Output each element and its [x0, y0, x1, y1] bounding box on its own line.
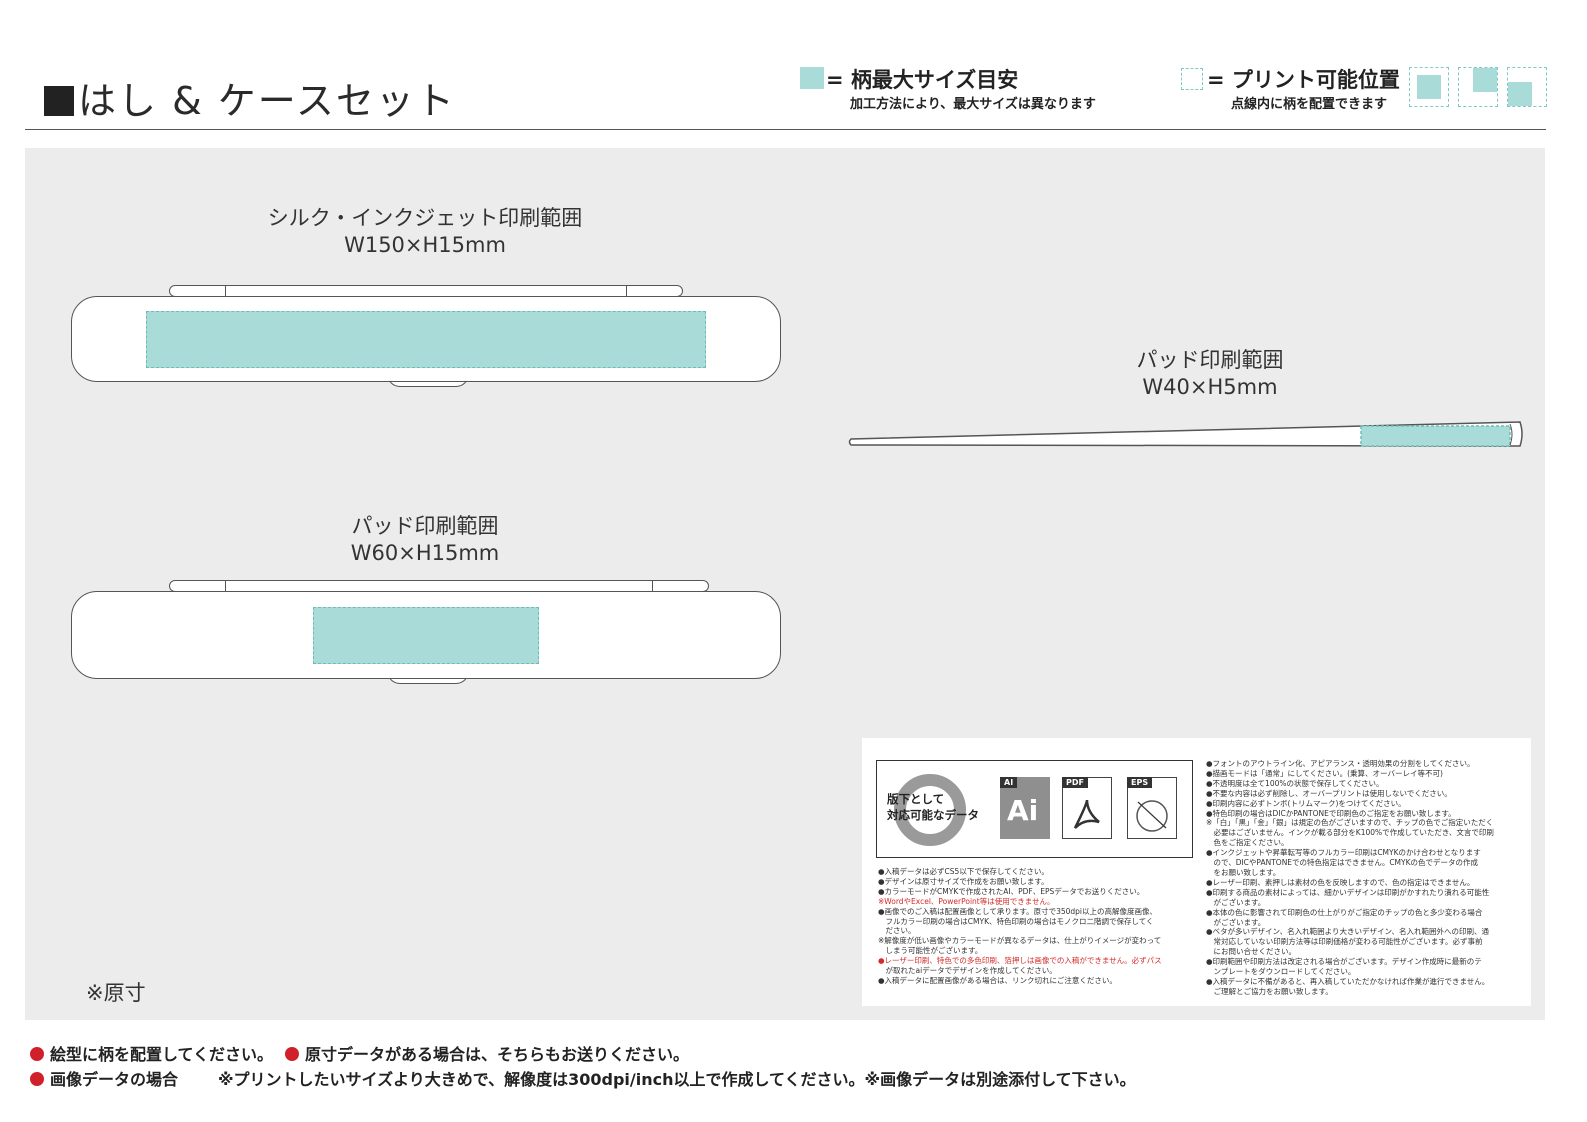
- silk-print-area-title: シルク・インクジェット印刷範囲: [267, 206, 583, 230]
- red-bullet-icon: [285, 1047, 299, 1061]
- pad-print-area: [313, 607, 539, 664]
- note-left-4: ●画像でのご入稿は配置画像として承ります。原寸で350dpi以上の高解像度画像、: [878, 906, 1157, 916]
- chopstick-print-area: [1360, 425, 1511, 447]
- note-left-1: ●デザインは原寸サイズで作成をお願い致します。: [878, 876, 1049, 886]
- scale-note: ※原寸: [86, 981, 146, 1005]
- data-notes-left: ●入稿データは必ずCS5以下で保存してください。 ●デザインは原寸サイズで作成を…: [878, 867, 1198, 986]
- note-right-18: 常対応していない印刷方法等は印刷価格が変わる可能性がございます。必ず事前: [1206, 937, 1483, 947]
- pad-print-area-size: W60×H15mm: [350, 541, 500, 565]
- chopstick-print-area-size: W40×H5mm: [1142, 375, 1278, 399]
- note-left-10: が取れたaiデータでデザインを作成してください。: [878, 966, 1057, 976]
- note-right-14: がございます。: [1206, 897, 1266, 907]
- note-right-16: がございます。: [1206, 917, 1266, 927]
- format-label-line-2: 対応可能なデータ: [887, 808, 979, 822]
- note-left-2: ●カラーモードがCMYKで作成されたAI、PDF、EPSデータでお送りください。: [878, 886, 1145, 896]
- pdf-file-icon: PDF: [1062, 777, 1112, 839]
- data-notes-right: ●フォントのアウトライン化、アピアランス・透明効果の分割をしてください。 ●描画…: [1206, 759, 1526, 997]
- case-lid-rail-inner: [225, 286, 627, 296]
- footer-note-1: 絵型に柄を配置してください。: [30, 1041, 273, 1065]
- ai-file-tag: AI: [1000, 777, 1018, 788]
- note-right-21: ンプレートをダウンロードしてください。: [1206, 967, 1356, 977]
- note-right-17: ●ベタが多いデザイン、名入れ範囲より大きいデザイン、名入れ範囲外への印刷、通: [1206, 927, 1489, 937]
- red-bullet-icon: [30, 1047, 44, 1061]
- note-right-9: ●インクジェットや昇華転写等のフルカラー印刷はCMYKのかけ合わせとなります: [1206, 848, 1481, 858]
- chopstick-drawing: [848, 421, 1523, 447]
- footer-note-3: 画像データの場合: [30, 1066, 178, 1090]
- footer-note-2: 原寸データがある場合は、そちらもお送りください。: [285, 1041, 689, 1065]
- print-position-dotted-icon: [1181, 68, 1203, 90]
- red-bullet-icon: [30, 1072, 44, 1086]
- square-bullet-icon: [44, 86, 74, 116]
- eps-file-icon: EPS: [1127, 777, 1177, 839]
- legend-max-size-sub: 加工方法により、最大サイズは異なります: [850, 97, 1096, 112]
- note-left-8: しまう可能性がございます。: [878, 946, 983, 956]
- page-title: はし & ケースセット: [44, 70, 456, 125]
- footer-note-2-text: 原寸データがある場合は、そちらもお送りください。: [305, 1045, 690, 1064]
- note-right-1: ●描画モードは「通常」にしてください。(乗算、オーバーレイ等不可): [1206, 768, 1443, 778]
- note-right-22: ●入稿データに不備があると、再入稿していただかなければ作業が進行できません。: [1206, 976, 1490, 986]
- chopstick-print-area-title: パッド印刷範囲: [1136, 348, 1284, 372]
- pad-print-area-title: パッド印刷範囲: [351, 514, 499, 538]
- header-divider: [25, 129, 1546, 130]
- note-right-2: ●不透明度は全て100%の状態で保存してください。: [1206, 778, 1384, 788]
- note-right-8: 色をご指定ください。: [1206, 838, 1289, 848]
- footer-note-1-text: 絵型に柄を配置してください。: [50, 1045, 274, 1064]
- position-bottom-right-icon: [1507, 67, 1547, 107]
- note-left-6: ださい。: [878, 926, 916, 936]
- eps-file-tag: EPS: [1127, 777, 1153, 788]
- footer-note-3-detail: ※プリントしたいサイズより大きめで、解像度は300dpi/inch以上で作成して…: [218, 1070, 1136, 1089]
- note-right-7: 必要はございません。インクが載る部分をK100%で作成していただき、文言で印刷: [1206, 828, 1494, 838]
- format-label: 版下として 対応可能なデータ: [887, 791, 979, 823]
- footer-note-3-label: 画像データの場合: [50, 1070, 179, 1089]
- silk-print-area-size: W150×H15mm: [344, 233, 506, 257]
- note-right-23: ご理解とご協力をお願い致します。: [1206, 986, 1333, 996]
- note-right-6: ※「白」「黒」「金」「銀」は規定の色がございますので、チップの色でご指定いただく: [1206, 818, 1494, 828]
- pad-print-area-label: パッド印刷範囲 W60×H15mm: [225, 513, 625, 567]
- ai-glyph: Ai: [1007, 794, 1039, 827]
- format-label-line-1: 版下として: [887, 792, 945, 806]
- supported-formats-box: 版下として 対応可能なデータ AI Ai PDF EPS: [876, 760, 1193, 858]
- pdf-file-tag: PDF: [1062, 777, 1088, 788]
- note-right-13: ●印刷する商品の素材によっては、細かいデザインは印刷がかすれたり潰れる可能性: [1206, 887, 1490, 897]
- legend-print-position-sub: 点線内に柄を配置できます: [1231, 97, 1388, 112]
- acrobat-icon: [1073, 799, 1100, 829]
- note-right-20: ●印刷範囲や印刷方法は改定される場合がございます。デザイン作成時に最新のテ: [1206, 957, 1482, 967]
- silk-print-area: [146, 311, 706, 368]
- note-left-9: ●レーザー印刷、特色での多色印刷、箔押しは画像での入稿ができません。必ずパス: [878, 956, 1162, 966]
- ai-file-icon: AI Ai: [1000, 777, 1050, 839]
- eps-pen-icon: [1136, 800, 1168, 832]
- note-right-4: ●印刷内容に必ずトンボ(トリムマーク)をつけてください。: [1206, 798, 1406, 808]
- page-title-text: はし & ケースセット: [78, 79, 456, 123]
- note-right-12: ●レーザー印刷、素押しは素材の色を反映しますので、色の指定はできません。: [1206, 877, 1475, 887]
- position-center-icon: [1409, 67, 1449, 107]
- legend-print-position-title: = プリント可能位置: [1207, 68, 1400, 92]
- note-left-7: ※解像度が低い画像やカラーモードが異なるデータは、仕上がりイメージが変わって: [878, 936, 1162, 946]
- max-size-swatch-icon: [800, 67, 824, 89]
- note-right-11: をお願い致します。: [1206, 867, 1281, 877]
- legend-max-size-title: = 柄最大サイズ目安: [826, 68, 1019, 92]
- note-left-11: ●入稿データに配置画像がある場合は、リンク切れにご注意ください。: [878, 975, 1117, 985]
- note-right-15: ●本体の色に影響されて印刷色の仕上がりがご指定のチップの色と多少変わる場合: [1206, 907, 1483, 917]
- note-right-5: ●特色印刷の場合はDICかPANTONEで印刷色のご指定をお願い致します。: [1206, 808, 1456, 818]
- chopstick-print-area-label: パッド印刷範囲 W40×H5mm: [1010, 347, 1410, 401]
- note-right-19: にお問い合せください。: [1206, 947, 1296, 957]
- position-top-right-icon: [1458, 67, 1498, 107]
- note-right-0: ●フォントのアウトライン化、アピアランス・透明効果の分割をしてください。: [1206, 759, 1475, 768]
- case-lid-rail-inner-2: [225, 581, 653, 591]
- note-right-3: ●不要な内容は必ず削除し、オーバープリントは使用しないでください。: [1206, 788, 1452, 798]
- note-left-0: ●入稿データは必ずCS5以下で保存してください。: [878, 867, 1049, 876]
- note-left-5: フルカラー印刷の場合はCMYK、特色印刷の場合はモノクロ二階調で保存してく: [878, 916, 1154, 926]
- silk-print-area-label: シルク・インクジェット印刷範囲 W150×H15mm: [225, 205, 625, 259]
- note-right-10: ので、DICやPANTONEでの特色指定はできません。CMYKの色でデータの作成: [1206, 858, 1479, 868]
- note-left-3: ※WordやExcel、PowerPoint等は使用できません。: [878, 896, 1055, 906]
